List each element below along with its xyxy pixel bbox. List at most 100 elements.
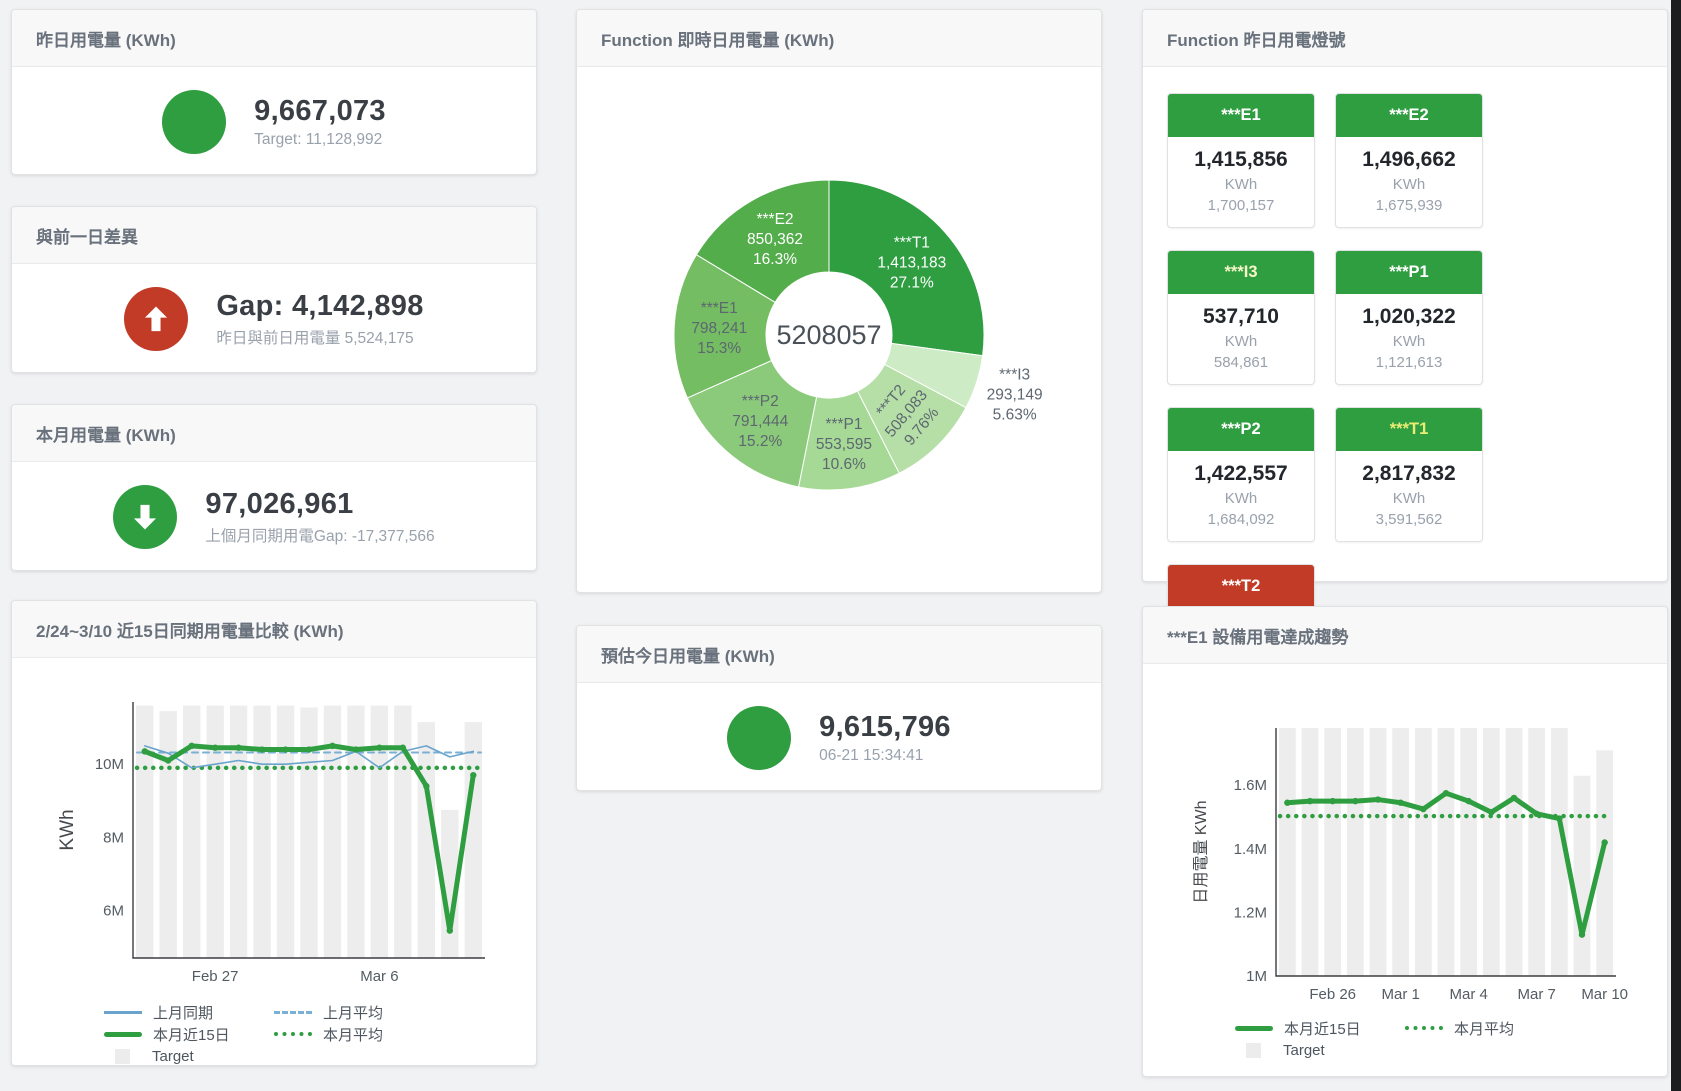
donut-chart: ***T11,413,18327.1%***I3293,1495.63%***T… bbox=[579, 67, 1099, 587]
donut-label-line: 791,444 bbox=[732, 413, 788, 430]
panel-title: Function 即時日用電量 (KWh) bbox=[577, 10, 1101, 67]
legend-label: 上月同期 bbox=[153, 1002, 213, 1023]
kpi-body: Gap: 4,142,898 昨日與前日用電量 5,524,175 bbox=[12, 264, 536, 378]
legend-item[interactable]: Target bbox=[1235, 1039, 1405, 1061]
legend-item[interactable]: Target bbox=[104, 1045, 274, 1067]
target-bar bbox=[1370, 728, 1387, 976]
legend-label: 上月平均 bbox=[323, 1002, 383, 1023]
lamp-tile-T1[interactable]: ***T12,817,832KWh3,591,562 bbox=[1335, 407, 1483, 542]
compare-chart-legend: 上月同期 上月平均本月近15日 本月平均Target bbox=[104, 1001, 444, 1067]
e1-line-chart: 1M1.2M1.4M1.6MFeb 26Mar 1Mar 4Mar 7Mar 1… bbox=[1180, 720, 1630, 1010]
legend-swatch-dotted bbox=[1405, 1026, 1443, 1030]
donut-label-line: ***E2 bbox=[756, 211, 793, 228]
kpi-value: Gap: 4,142,898 bbox=[216, 290, 423, 323]
kpi-body: 97,026,961 上個月同期用電Gap: -17,377,566 bbox=[12, 462, 536, 576]
target-bar bbox=[136, 706, 153, 958]
donut-label-line: 10.6% bbox=[822, 456, 866, 473]
lamp-tile-target: 1,700,157 bbox=[1172, 197, 1310, 214]
y-axis-label: KWh bbox=[57, 809, 78, 850]
donut-label-line: 553,595 bbox=[816, 436, 872, 453]
legend-swatch-square bbox=[1246, 1043, 1261, 1058]
donut-label-line: 16.3% bbox=[753, 251, 797, 268]
y-axis-tick: 8M bbox=[103, 829, 124, 846]
series-marker bbox=[353, 746, 359, 752]
lamp-tile-label: ***T1 bbox=[1336, 408, 1482, 451]
donut-label-line: 850,362 bbox=[747, 231, 803, 248]
lamp-tile-body: 1,020,322KWh1,121,613 bbox=[1336, 294, 1482, 384]
lamp-tile-label: ***E2 bbox=[1336, 94, 1482, 137]
target-bar bbox=[1324, 728, 1341, 976]
donut-label-line: ***T1 bbox=[894, 235, 930, 252]
lamp-tile-label: ***E1 bbox=[1168, 94, 1314, 137]
lamp-tile-I3[interactable]: ***I3537,710KWh584,861 bbox=[1167, 250, 1315, 385]
y-axis-tick: 10M bbox=[95, 756, 124, 773]
series-marker bbox=[165, 757, 171, 763]
series-marker bbox=[329, 743, 335, 749]
donut-label-line: ***E1 bbox=[701, 300, 738, 317]
target-bar bbox=[1438, 728, 1455, 976]
lamp-tile-value: 1,422,557 bbox=[1172, 462, 1310, 486]
legend-item[interactable]: 本月近15日 bbox=[1235, 1017, 1405, 1039]
target-bar bbox=[1574, 776, 1591, 976]
legend-item[interactable]: 本月平均 bbox=[274, 1023, 444, 1045]
lamp-tile-unit: KWh bbox=[1340, 333, 1478, 350]
y-axis-tick: 6M bbox=[103, 902, 124, 919]
lamp-tile-body: 1,496,662KWh1,675,939 bbox=[1336, 137, 1482, 227]
legend-swatch-line bbox=[104, 1011, 142, 1014]
series-marker bbox=[235, 745, 241, 751]
series-marker bbox=[1352, 798, 1358, 804]
legend-item[interactable]: 本月近15日 bbox=[104, 1023, 274, 1045]
series-marker bbox=[1397, 800, 1403, 806]
panel-estimate-today: 預估今日用電量 (KWh) 9,615,796 06-21 15:34:41 bbox=[576, 625, 1102, 791]
series-marker bbox=[282, 746, 288, 752]
kpi-body: 9,667,073 Target: 11,128,992 bbox=[12, 67, 536, 180]
lamp-tile-P2[interactable]: ***P21,422,557KWh1,684,092 bbox=[1167, 407, 1315, 542]
lamp-tile-target: 3,591,562 bbox=[1340, 511, 1478, 528]
target-bar bbox=[1460, 728, 1477, 976]
target-bar bbox=[1302, 728, 1319, 976]
panel-title: 預估今日用電量 (KWh) bbox=[577, 626, 1101, 683]
series-marker bbox=[400, 745, 406, 751]
panel-e1-trend: ***E1 設備用電達成趨勢 1M1.2M1.4M1.6MFeb 26Mar 1… bbox=[1142, 606, 1668, 1077]
target-bar bbox=[1415, 728, 1432, 976]
panel-yesterday-usage: 昨日用電量 (KWh) 9,667,073 Target: 11,128,992 bbox=[11, 9, 537, 175]
lamp-tile-P1[interactable]: ***P11,020,322KWh1,121,613 bbox=[1335, 250, 1483, 385]
legend-item[interactable]: 上月同期 bbox=[104, 1001, 274, 1023]
donut-slice-label: ***I3293,1495.63% bbox=[987, 367, 1043, 424]
target-bar bbox=[1392, 728, 1409, 976]
status-circle-icon bbox=[727, 706, 791, 770]
kpi-subtitle: Target: 11,128,992 bbox=[254, 131, 386, 149]
donut-center-total: 5208057 bbox=[776, 320, 881, 350]
lamp-tile-E2[interactable]: ***E21,496,662KWh1,675,939 bbox=[1335, 93, 1483, 228]
legend-label: 本月近15日 bbox=[153, 1024, 230, 1045]
series-marker bbox=[1284, 800, 1290, 806]
lamp-tile-unit: KWh bbox=[1172, 333, 1310, 350]
arrow-down-icon bbox=[113, 485, 177, 549]
legend-item[interactable]: 本月平均 bbox=[1405, 1017, 1575, 1039]
lamp-tile-E1[interactable]: ***E11,415,856KWh1,700,157 bbox=[1167, 93, 1315, 228]
compare-line-chart: 6M8M10MFeb 27Mar 6KWh bbox=[49, 694, 499, 994]
target-bar bbox=[160, 711, 177, 958]
target-bar bbox=[1528, 728, 1545, 976]
series-marker bbox=[1420, 806, 1426, 812]
y-axis-tick: 1.2M bbox=[1234, 904, 1267, 921]
series-marker bbox=[1511, 795, 1517, 801]
series-marker bbox=[1307, 798, 1313, 804]
x-axis-tick: Mar 1 bbox=[1381, 986, 1419, 1003]
e1-chart-legend: 本月近15日本月平均Target bbox=[1235, 1017, 1575, 1061]
series-marker bbox=[470, 772, 476, 778]
kpi-body: 9,615,796 06-21 15:34:41 bbox=[577, 683, 1101, 796]
target-bar bbox=[1506, 728, 1523, 976]
status-circle-icon bbox=[162, 90, 226, 154]
lamp-tile-body: 2,817,832KWh3,591,562 bbox=[1336, 451, 1482, 541]
series-marker bbox=[1443, 790, 1449, 796]
lamp-tile-value: 1,020,322 bbox=[1340, 305, 1478, 329]
lamp-tile-target: 584,861 bbox=[1172, 354, 1310, 371]
donut-label-line: 5.63% bbox=[993, 407, 1037, 424]
kpi-subtitle: 06-21 15:34:41 bbox=[819, 747, 951, 765]
legend-item[interactable]: 上月平均 bbox=[274, 1001, 444, 1023]
lamp-tile-target: 1,675,939 bbox=[1340, 197, 1478, 214]
target-bar bbox=[394, 706, 411, 958]
panel-title: 昨日用電量 (KWh) bbox=[12, 10, 536, 67]
target-bar bbox=[1483, 728, 1500, 976]
